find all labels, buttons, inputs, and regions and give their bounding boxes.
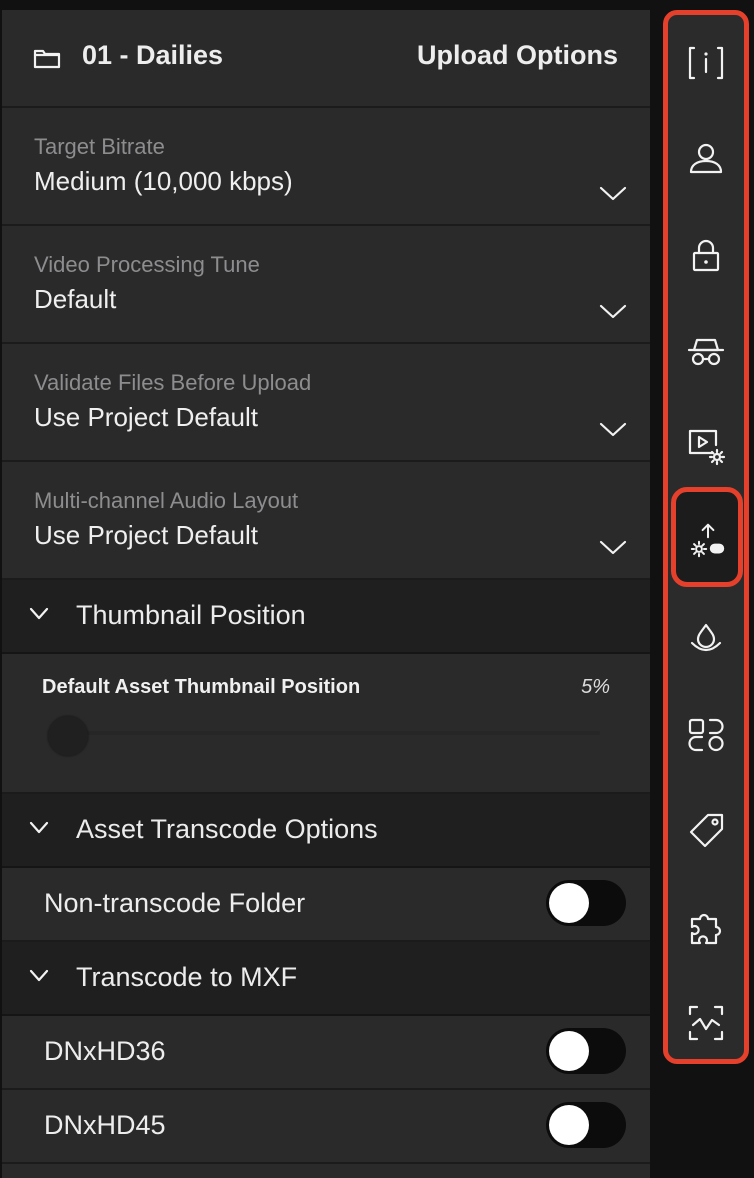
upload-settings-active-tab[interactable] [671,487,743,587]
upload-options-panel: 01 - Dailies Upload Options Target Bitra… [2,10,650,1178]
tag-icon [689,813,724,848]
user-button[interactable] [668,129,744,189]
select-label: Multi-channel Audio Layout [34,488,299,513]
non-transcode-folder-row: Non-transcode Folder [2,868,650,942]
incognito-icon [687,338,725,366]
integrations-button[interactable] [668,897,744,957]
toggle-label: Non-transcode Folder [44,888,306,918]
panel-header: 01 - Dailies Upload Options [2,10,650,108]
analytics-button[interactable] [668,993,744,1053]
upload-settings-icon [690,523,725,558]
video-settings-icon [688,429,726,466]
info-button[interactable] [668,33,744,93]
select-label: Validate Files Before Upload [34,370,312,395]
droplet-icon [690,623,722,652]
chevron-down-icon [599,186,627,201]
select-value: Medium (10,000 kbps) [34,166,293,196]
section-title: Asset Transcode Options [76,814,378,844]
validate-files-select[interactable]: Validate Files Before Upload Use Project… [2,344,650,462]
video-settings-button[interactable] [668,417,744,477]
folder-name: 01 - Dailies [82,40,224,70]
toggle-knob [549,883,589,923]
toggle-label: DNxHD45 [44,1110,166,1140]
transcode-section-header[interactable]: Asset Transcode Options [2,794,650,868]
slider-label: Default Asset Thumbnail Position [42,676,361,698]
select-value: Use Project Default [34,402,258,432]
page-title: Upload Options [417,40,618,70]
chevron-down-icon [29,607,49,620]
tags-button[interactable] [668,801,744,861]
chevron-down-icon [599,540,627,555]
target-bitrate-select[interactable]: Target Bitrate Medium (10,000 kbps) [2,108,650,226]
chevron-down-icon [599,304,627,319]
toggle-knob [549,1031,589,1071]
select-label: Target Bitrate [34,134,165,159]
chevron-down-icon [29,821,49,834]
dnxhd36-toggle[interactable] [546,1028,626,1074]
info-icon [688,46,724,80]
chevron-down-icon [29,969,49,982]
slider-handle[interactable] [48,716,88,756]
lock-icon [692,239,720,272]
toggle-label: DNxHD36 [44,1036,166,1066]
non-transcode-folder-toggle[interactable] [546,880,626,926]
watermark-button[interactable] [668,609,744,669]
section-title: Transcode to MXF [76,962,298,992]
puzzle-icon [690,913,722,945]
dnxhd45-row: DNxHD45 [2,1090,650,1164]
folder-icon [33,49,61,69]
section-title: Thumbnail Position [76,600,306,630]
dnxhd36-row: DNxHD36 [2,1016,650,1090]
dnxhd45-toggle[interactable] [546,1102,626,1148]
activity-icon [688,1005,724,1041]
video-processing-tune-select[interactable]: Video Processing Tune Default [2,226,650,344]
chevron-down-icon [599,422,627,437]
thumbnail-position-slider[interactable] [60,731,600,735]
thumbnail-position-row: Default Asset Thumbnail Position 5% [2,654,650,794]
audio-layout-select[interactable]: Multi-channel Audio Layout Use Project D… [2,462,650,580]
lock-button[interactable] [668,225,744,285]
select-label: Video Processing Tune [34,252,260,277]
mxf-section-header[interactable]: Transcode to MXF [2,942,650,1016]
user-icon [689,143,723,174]
select-value: Use Project Default [34,520,258,550]
workflow-button[interactable] [668,705,744,765]
select-value: Default [34,284,117,314]
toggle-knob [549,1105,589,1145]
thumbnail-section-header[interactable]: Thumbnail Position [2,580,650,654]
slider-value: 5% [581,676,610,698]
shapes-icon [688,718,724,752]
privacy-button[interactable] [668,321,744,381]
